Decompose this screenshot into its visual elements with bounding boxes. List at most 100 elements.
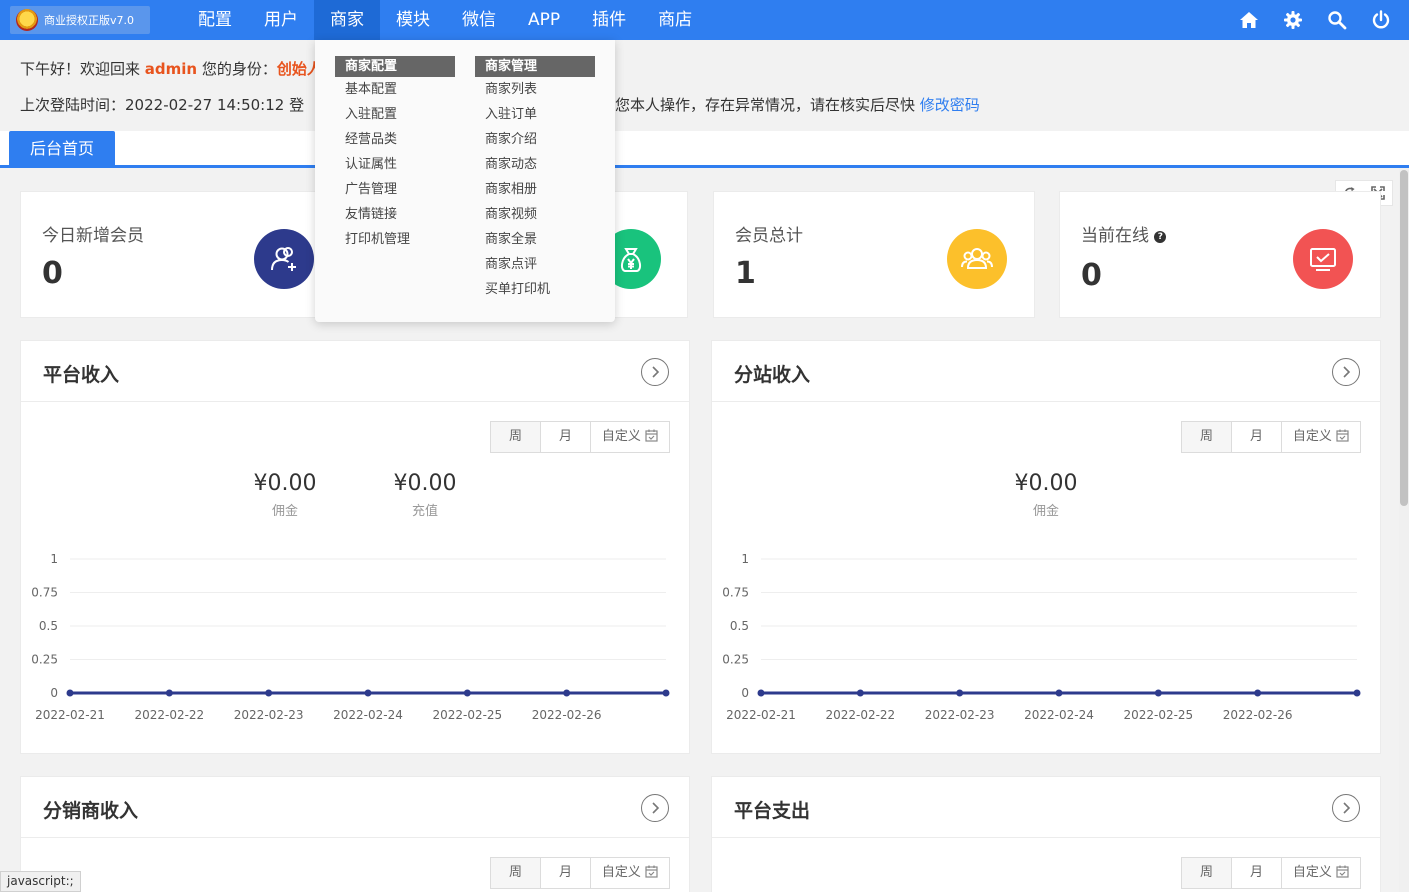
branch-income-chart: 0 0.25 0.5 0.75 1 2022-02-21 2022-02-22 2022-02… [722,552,1361,722]
data-point [563,689,571,697]
nav-item-modules[interactable]: 模块 [380,0,446,40]
period-custom-button[interactable]: 自定义 [591,858,669,888]
menu-item-settle-config[interactable]: 入驻配置 [335,102,455,127]
period-week-button[interactable]: 周 [491,858,541,888]
calendar-icon [645,865,658,878]
metric-commission: ¥0.00 佣金 [225,471,345,519]
period-selector: 周 月 自定义 [490,421,670,453]
period-week-button[interactable]: 周 [1182,858,1232,888]
scrollbar-thumb[interactable] [1400,170,1408,506]
menu-item-reviews[interactable]: 商家点评 [475,252,595,277]
menu-item-cert-attrs[interactable]: 认证属性 [335,152,455,177]
dropdown-heading: 商家配置 [335,56,455,77]
menu-item-printers[interactable]: 打印机管理 [335,227,455,252]
stat-card-new-members: 今日新增会员 0 [20,191,342,318]
period-month-button[interactable]: 月 [541,858,591,888]
calendar-icon [1336,429,1349,442]
panel-title: 分销商收入 [43,800,139,822]
menu-item-basic-config[interactable]: 基本配置 [335,77,455,102]
y-tick-label: 0.25 [31,653,58,667]
help-icon[interactable]: ? [1154,231,1167,243]
chevron-right-icon[interactable] [1332,358,1360,386]
menu-item-ads[interactable]: 广告管理 [335,177,455,202]
users-icon [947,229,1007,289]
period-custom-button[interactable]: 自定义 [1282,858,1360,888]
panel-branch-income: 分站收入 周 月 自定义 ¥0.00 佣金 0 0.25 0.5 0.75 1 2022-… [711,340,1381,754]
menu-item-friend-links[interactable]: 友情链接 [335,202,455,227]
period-week-button[interactable]: 周 [1182,422,1232,452]
y-tick-label: 0.25 [722,653,749,667]
menu-item-merchant-list[interactable]: 商家列表 [475,77,595,102]
panel-header: 平台支出 [712,777,1380,838]
x-tick-label: 2022-02-22 [825,708,895,722]
panel-title: 平台收入 [43,364,120,386]
chevron-right-icon[interactable] [641,794,669,822]
nav-item-app[interactable]: APP [512,0,576,40]
data-point [856,689,864,697]
panel-header: 平台收入 [21,341,689,402]
panel-header: 分销商收入 [21,777,689,838]
nav-item-users[interactable]: 用户 [248,0,314,40]
menu-item-categories[interactable]: 经营品类 [335,127,455,152]
gear-icon[interactable] [1283,10,1303,30]
period-custom-button[interactable]: 自定义 [1282,422,1360,452]
chevron-right-icon[interactable] [641,358,669,386]
period-month-button[interactable]: 月 [1232,858,1282,888]
period-month-button[interactable]: 月 [1232,422,1282,452]
menu-item-album[interactable]: 商家相册 [475,177,595,202]
data-point [956,689,964,697]
metric-label: 佣金 [271,504,298,519]
menu-item-video[interactable]: 商家视频 [475,202,595,227]
nav-item-merchant[interactable]: 商家 [314,0,380,40]
data-point [662,689,670,697]
y-tick-label: 0.75 [722,586,749,600]
menu-item-news[interactable]: 商家动态 [475,152,595,177]
menu-item-panorama[interactable]: 商家全景 [475,227,595,252]
page-scrollbar[interactable] [1399,168,1409,892]
logo[interactable]: 商业授权正版v7.0 [10,6,150,34]
period-month-button[interactable]: 月 [541,422,591,452]
metric-label: 充值 [411,504,438,519]
dropdown-column-config: 商家配置 基本配置 入驻配置 经营品类 认证属性 广告管理 友情链接 打印机管理 [335,56,455,252]
chevron-right-icon[interactable] [1332,794,1360,822]
main-nav: 配置 用户 商家 模块 微信 APP 插件 商店 [182,0,708,40]
dropdown-column-manage: 商家管理 商家列表 入驻订单 商家介绍 商家动态 商家相册 商家视频 商家全景 … [475,56,595,302]
panel-distributor-income: 分销商收入 周 月 自定义 [20,776,690,892]
period-week-button[interactable]: 周 [491,422,541,452]
stat-label: 会员总计 [735,226,803,246]
home-icon[interactable] [1239,10,1259,30]
x-tick-label: 2022-02-24 [333,708,403,722]
nav-item-store[interactable]: 商店 [642,0,708,40]
nav-item-config[interactable]: 配置 [182,0,248,40]
nav-item-plugins[interactable]: 插件 [576,0,642,40]
metric-commission: ¥0.00 佣金 [986,471,1106,519]
y-tick-label: 1 [50,552,58,566]
logo-badge-icon [16,9,38,31]
change-password-link[interactable]: 修改密码 [920,96,980,114]
data-point [165,689,173,697]
last-login-suffix: 登 [289,96,305,114]
stat-label-row: 当前在线 ? [1081,221,1167,246]
stat-card-online: 当前在线 ? 0 [1059,191,1381,318]
metric-label: 佣金 [1032,504,1059,519]
y-tick-label: 0.5 [730,619,749,633]
menu-item-settle-orders[interactable]: 入驻订单 [475,102,595,127]
panel-platform-income: 平台收入 周 月 自定义 ¥0.00 佣金 ¥0.00 充值 0 0.25 0.5 0… [20,340,690,754]
period-selector: 周 月 自定义 [1181,857,1361,889]
nav-item-wechat[interactable]: 微信 [446,0,512,40]
search-icon[interactable] [1327,10,1347,30]
menu-item-intro[interactable]: 商家介绍 [475,127,595,152]
data-point [66,689,74,697]
security-warning: 您本人操作，存在异常情况，请在核实后尽快 修改密码 [615,94,980,115]
top-navbar: 商业授权正版v7.0 配置 用户 商家 模块 微信 APP 插件 商店 [0,0,1409,40]
x-tick-label: 2022-02-21 [726,708,796,722]
period-custom-button[interactable]: 自定义 [591,422,669,452]
stat-label: 今日新增会员 [42,226,144,246]
x-tick-label: 2022-02-24 [1024,708,1094,722]
period-selector: 周 月 自定义 [1181,421,1361,453]
user-add-icon [254,229,314,289]
power-icon[interactable] [1371,10,1391,30]
menu-item-bill-printer[interactable]: 买单打印机 [475,277,595,302]
tab-dashboard[interactable]: 后台首页 [9,131,115,165]
stat-value: 0 [42,256,63,291]
